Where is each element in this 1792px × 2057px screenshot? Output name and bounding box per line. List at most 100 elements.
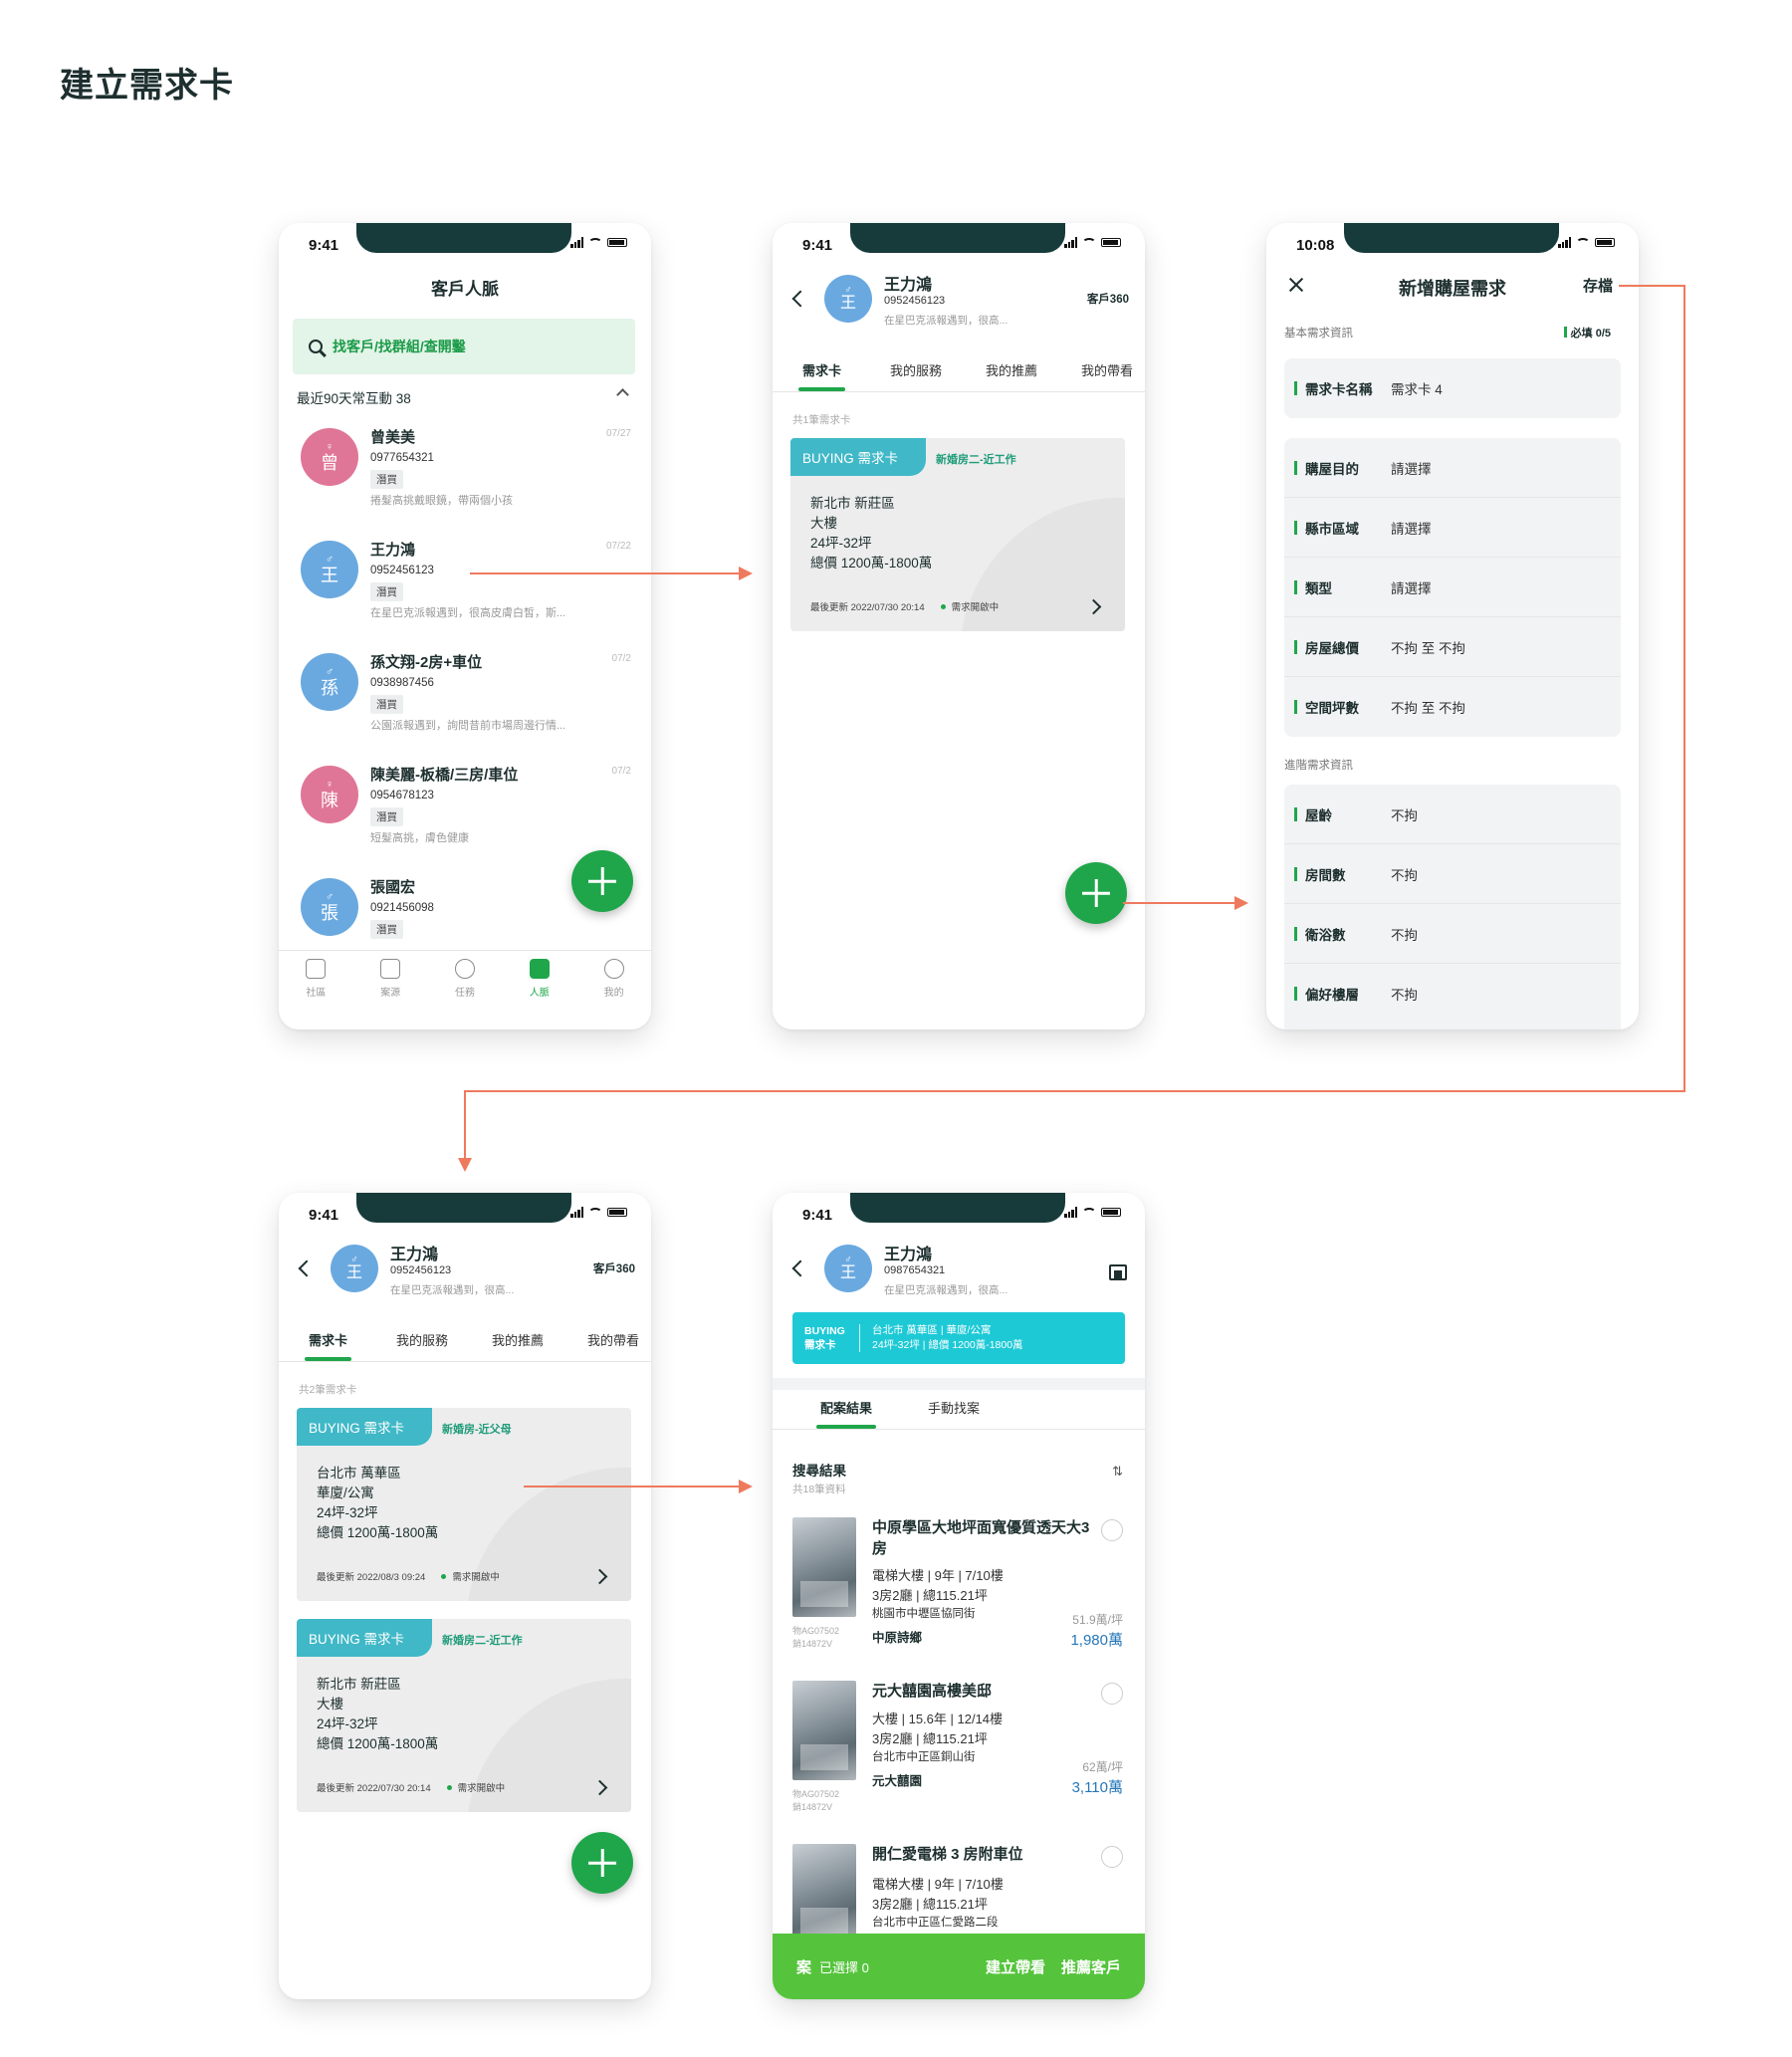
customer-phone: 0938987456 — [370, 677, 434, 689]
avatar: ♂ 孫 — [301, 653, 358, 711]
tab-manual-search[interactable]: 手動找案 — [928, 1398, 980, 1417]
tab-my-recommend[interactable]: 我的推薦 — [986, 360, 1037, 379]
required-marker — [1294, 460, 1297, 475]
customer360-link[interactable]: 客戶360 — [593, 1260, 635, 1276]
listing-address: 台北市中正區銅山街 — [872, 1751, 976, 1763]
tab-me[interactable]: 我的 — [584, 959, 644, 1029]
avatar-initial: 王 — [321, 566, 338, 585]
demand-card[interactable]: BUYING 需求卡 新婚房二-近工作 新北市 新莊區 大樓 24坪-32坪 總… — [790, 438, 1125, 631]
required-count: 必填 0/5 — [1564, 325, 1611, 341]
field-rooms[interactable]: 房間數 不拘 — [1284, 844, 1621, 904]
select-checkbox[interactable] — [1101, 1519, 1123, 1541]
field-baths[interactable]: 衛浴數 不拘 — [1284, 904, 1621, 964]
tab-my-viewing[interactable]: 我的帶看 — [587, 1330, 639, 1349]
add-fab-button[interactable] — [1065, 862, 1127, 924]
listing-code: 物AG07502 銷14872V — [792, 1788, 839, 1814]
field-area[interactable]: 空間坪數 不拘 至 不拘 — [1284, 677, 1621, 737]
house-icon[interactable] — [1109, 1264, 1127, 1280]
battery-icon — [607, 238, 627, 247]
card-line: 24坪-32坪 — [317, 1716, 378, 1731]
customer-note: 捲髮高挑戴眼鏡，帶兩個小孩 — [370, 495, 513, 507]
tab-tasks[interactable]: 任務 — [435, 959, 495, 1029]
flow-arrow — [464, 1090, 466, 1160]
detail-tabs: 需求卡 我的服務 我的推薦 我的帶看 — [279, 1322, 651, 1362]
recommend-customer-button[interactable]: 推薦客戶 — [1061, 1956, 1121, 1977]
field-purpose[interactable]: 購屋目的 請選擇 — [1284, 438, 1621, 498]
selected-count-dropdown[interactable]: 已選擇 0 — [819, 1957, 869, 1976]
tab-my-viewing[interactable]: 我的帶看 — [1081, 360, 1133, 379]
customer-date: 07/2 — [611, 653, 631, 664]
listing-address: 桃園市中壢區協同街 — [872, 1608, 976, 1620]
listing-item[interactable]: 物AG07502 銷14872V 中原學區大地坪面寬優質透天大3房 電梯大樓 | … — [792, 1517, 1127, 1677]
tab-my-service[interactable]: 我的服務 — [890, 360, 942, 379]
select-checkbox[interactable] — [1101, 1846, 1123, 1868]
card-line: 總價 1200萬-1800萬 — [317, 1525, 439, 1540]
field-value: 不拘 — [1391, 807, 1418, 823]
field-age[interactable]: 屋齡 不拘 — [1284, 785, 1621, 844]
tab-community[interactable]: 社區 — [286, 959, 345, 1029]
listing-item[interactable]: 物AG07502 銷14872V 元大囍園高樓美邸 大樓 | 15.6年 | 12… — [792, 1681, 1127, 1840]
card-tag: 新婚房二-近工作 — [442, 1635, 523, 1647]
screen-customer-detail: 9:41 ♂ 王 王力鴻 0952456123 在星巴克派報遇到，很高... 客戶… — [773, 223, 1145, 1029]
add-fab-button[interactable] — [571, 850, 633, 912]
flow-arrow — [524, 1486, 741, 1487]
wifi-icon — [588, 237, 602, 248]
tab-listings[interactable]: 案源 — [360, 959, 420, 1029]
sort-icon[interactable]: ⇅ — [1112, 1464, 1123, 1480]
tab-label: 社區 — [306, 988, 327, 999]
listing-meta: 電梯大樓 | 9年 | 7/10樓 — [872, 1877, 1004, 1892]
card-line: 台北市 萬華區 — [317, 1466, 401, 1481]
tab-demand-card[interactable]: 需求卡 — [304, 1330, 352, 1361]
listing-code-line: 銷14872V — [792, 1802, 833, 1812]
customer-row[interactable]: ♀ 曾 曾美美 0977654321 潛買 捲髮高挑戴眼鏡，帶兩個小孩 07/27 — [279, 424, 651, 534]
customer-row[interactable]: ♂ 王 王力鴻 0952456123 潛買 在星巴克派報遇到，很高皮膚白皙，斯..… — [279, 537, 651, 646]
demand-banner[interactable]: BUYING 需求卡 台北市 萬華區 | 華廈/公寓 24坪-32坪 | 總價 … — [792, 1312, 1125, 1364]
field-total-price[interactable]: 房屋總價 不拘 至 不拘 — [1284, 617, 1621, 677]
add-fab-button[interactable] — [571, 1832, 633, 1894]
result-title: 搜尋結果 — [792, 1464, 846, 1479]
customer360-link[interactable]: 客戶360 — [1087, 291, 1129, 307]
banner-label: BUYING 需求卡 — [804, 1324, 860, 1352]
create-viewing-button[interactable]: 建立帶看 — [986, 1956, 1045, 1977]
tab-match-results[interactable]: 配案結果 — [815, 1398, 877, 1429]
community-icon — [306, 959, 327, 979]
back-button[interactable] — [791, 290, 809, 308]
card-line: 24坪-32坪 — [317, 1505, 378, 1520]
field-region[interactable]: 縣市區域 請選擇 — [1284, 498, 1621, 558]
back-button[interactable] — [298, 1259, 316, 1277]
field-label: 購屋目的 — [1305, 461, 1359, 477]
wifi-icon — [1082, 1207, 1096, 1218]
gender-icon: ♀ — [325, 441, 335, 453]
demand-card[interactable]: BUYING 需求卡 新婚房二-近工作 新北市 新莊區 大樓 24坪-32坪 總… — [297, 1619, 631, 1812]
customer-phone: 0952456123 — [884, 295, 946, 307]
chevron-up-icon[interactable] — [616, 388, 629, 401]
field-type[interactable]: 類型 請選擇 — [1284, 558, 1621, 617]
field-card-name[interactable]: 需求卡名稱 需求卡 4 — [1284, 358, 1621, 418]
demand-card[interactable]: BUYING 需求卡 新婚房-近父母 台北市 萬華區 華廈/公寓 24坪-32坪… — [297, 1408, 631, 1601]
field-label: 偏好樓層 — [1305, 988, 1359, 1003]
tab-my-service[interactable]: 我的服務 — [396, 1330, 448, 1349]
listing-meta: 3房2廳 | 總115.21坪 — [872, 1897, 988, 1912]
customer-row[interactable]: ♂ 孫 孫文翔-2房+車位 0938987456 潛買 公園派報遇到，詢問昔前市場… — [279, 649, 651, 759]
field-group-basic: 購屋目的 請選擇 縣市區域 請選擇 類型 請選擇 房屋總價 不拘 至 不拘 空間坪數 不拘… — [1284, 438, 1621, 737]
listing-agent: 中原詩鄉 — [872, 1631, 923, 1645]
field-label: 空間坪數 — [1305, 701, 1359, 716]
select-checkbox[interactable] — [1101, 1683, 1123, 1705]
listing-code-line: 物AG07502 — [792, 1626, 840, 1636]
card-line: 24坪-32坪 — [810, 536, 872, 551]
field-value: 不拘 — [1391, 988, 1418, 1003]
field-floor[interactable]: 偏好樓層 不拘 — [1284, 964, 1621, 1024]
tab-my-recommend[interactable]: 我的推薦 — [492, 1330, 544, 1349]
tab-demand-card[interactable]: 需求卡 — [797, 360, 846, 391]
customer-note: 在星巴克派報遇到，很高... — [390, 1284, 515, 1296]
field-label: 需求卡名稱 — [1305, 382, 1373, 397]
section-advanced: 進階需求資訊 — [1284, 760, 1353, 772]
detail-tabs: 需求卡 我的服務 我的推薦 我的帶看 — [773, 352, 1145, 392]
section-basic: 基本需求資訊 — [1284, 328, 1353, 340]
status-time: 9:41 — [802, 1207, 833, 1224]
required-marker — [1294, 639, 1297, 654]
save-button[interactable]: 存檔 — [1583, 275, 1613, 296]
tab-contacts[interactable]: 人脈 — [510, 959, 569, 1029]
search-input[interactable]: 找客戶/找群組/查開鑿 — [293, 319, 635, 374]
back-button[interactable] — [791, 1259, 809, 1277]
